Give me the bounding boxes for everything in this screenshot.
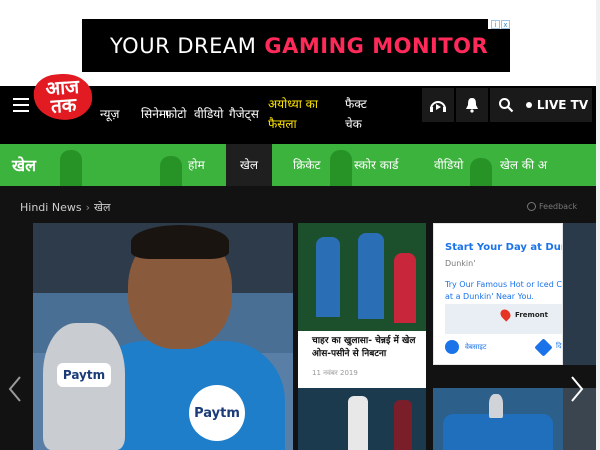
sponsor-logo: Paytm bbox=[57, 363, 111, 387]
ad-choices[interactable]: i x bbox=[488, 19, 510, 29]
news-image bbox=[298, 223, 426, 331]
directions-icon[interactable] bbox=[534, 338, 553, 357]
tab-video[interactable]: वीडियो bbox=[434, 144, 463, 186]
notifications-button[interactable] bbox=[456, 88, 488, 122]
map-place-label: Fremont bbox=[515, 311, 548, 319]
site-header: आज तक न्यूज़ सिनेमा फोटो वीडियो गैजेट्स … bbox=[0, 72, 600, 144]
nav-item-video[interactable]: वीडियो bbox=[194, 105, 223, 122]
chevron-right-icon bbox=[571, 376, 584, 402]
tab-cricket[interactable]: क्रिकेट bbox=[293, 144, 321, 186]
sponsored-advertiser: Dunkin' bbox=[445, 259, 476, 268]
content-area: Hindi News › खेल Feedback Paytm Paytm चाहर… bbox=[0, 186, 600, 450]
ad-close-icon[interactable]: x bbox=[501, 19, 510, 29]
sponsor-logo: Paytm bbox=[189, 385, 245, 441]
news-headline[interactable]: चाहर का खुलासा- चेन्नई में खेल ओस-पसीने … bbox=[312, 335, 424, 361]
news-card[interactable] bbox=[298, 388, 426, 450]
website-link[interactable]: वेबसाइट bbox=[465, 343, 486, 352]
menu-icon[interactable] bbox=[13, 98, 29, 112]
player-silhouette bbox=[160, 156, 182, 186]
ad-highlight-text: GAMING MONITOR bbox=[264, 33, 489, 58]
audio-button[interactable] bbox=[422, 88, 454, 122]
page: YOUR DREAM GAMING MONITOR i x आज तक न्यू… bbox=[0, 0, 600, 450]
live-dot-icon bbox=[525, 102, 532, 108]
feedback-label: Feedback bbox=[539, 202, 578, 211]
ad-text: YOUR DREAM bbox=[110, 33, 257, 58]
directions-link[interactable]: दि bbox=[556, 342, 562, 351]
tab-sports-active[interactable]: खेल bbox=[226, 144, 272, 186]
nav-item-gadgets[interactable]: गैजेट्स bbox=[229, 105, 259, 122]
news-card[interactable] bbox=[433, 388, 563, 450]
ad-banner[interactable]: YOUR DREAM GAMING MONITOR bbox=[82, 19, 510, 72]
breadcrumb-home-link[interactable]: Hindi News bbox=[20, 201, 82, 214]
globe-icon[interactable] bbox=[445, 340, 459, 354]
ad-container: YOUR DREAM GAMING MONITOR i x bbox=[0, 0, 600, 86]
audio-icon bbox=[430, 101, 446, 112]
live-tv-label: LIVE TV bbox=[536, 98, 589, 112]
tab-more[interactable]: खेल की अ bbox=[500, 144, 547, 186]
player-silhouette bbox=[470, 158, 492, 186]
chevron-left-icon bbox=[8, 376, 21, 402]
nav-item-ayodhya[interactable]: अयोध्या का फैसला bbox=[268, 94, 342, 134]
live-tv-button[interactable]: LIVE TV bbox=[522, 88, 592, 122]
nav-item-news[interactable]: न्यूज़ bbox=[100, 105, 119, 122]
scrollbar[interactable] bbox=[596, 0, 600, 450]
section-title: खेल bbox=[12, 156, 36, 175]
breadcrumb-current: खेल bbox=[93, 201, 111, 214]
section-bar: खेल होम खेल क्रिकेट स्कोर कार्ड वीडियो ख… bbox=[0, 144, 600, 186]
sponsored-title[interactable]: Start Your Day at Dunkin bbox=[445, 242, 562, 253]
tab-home[interactable]: होम bbox=[188, 144, 205, 186]
site-logo[interactable]: आज तक bbox=[32, 72, 94, 122]
feedback-icon bbox=[527, 202, 536, 211]
bell-icon bbox=[466, 98, 478, 113]
sponsored-card[interactable]: Start Your Day at Dunkin Dunkin' Try Our… bbox=[433, 223, 563, 365]
carousel-prev-button[interactable] bbox=[4, 374, 26, 404]
feedback-link[interactable]: Feedback bbox=[527, 202, 577, 211]
player-silhouette bbox=[60, 150, 82, 186]
nav-item-fact-check[interactable]: फैक्ट चेक bbox=[345, 94, 385, 134]
carousel-next-button[interactable] bbox=[566, 374, 588, 404]
nav-item-photo[interactable]: फोटो bbox=[165, 105, 187, 122]
lead-story-card[interactable]: Paytm Paytm bbox=[33, 223, 293, 450]
breadcrumb: Hindi News › खेल bbox=[20, 201, 111, 214]
player-silhouette bbox=[330, 150, 352, 186]
ad-info-icon[interactable]: i bbox=[491, 19, 500, 29]
sponsored-description[interactable]: Try Our Famous Hot or Iced C at a Dunkin… bbox=[445, 279, 562, 303]
news-date: 11 नवंबर 2019 bbox=[312, 369, 358, 377]
tab-scorecard[interactable]: स्कोर कार्ड bbox=[354, 144, 398, 186]
next-card-peek[interactable] bbox=[563, 223, 600, 365]
search-button[interactable] bbox=[490, 88, 522, 122]
search-icon bbox=[499, 98, 514, 113]
